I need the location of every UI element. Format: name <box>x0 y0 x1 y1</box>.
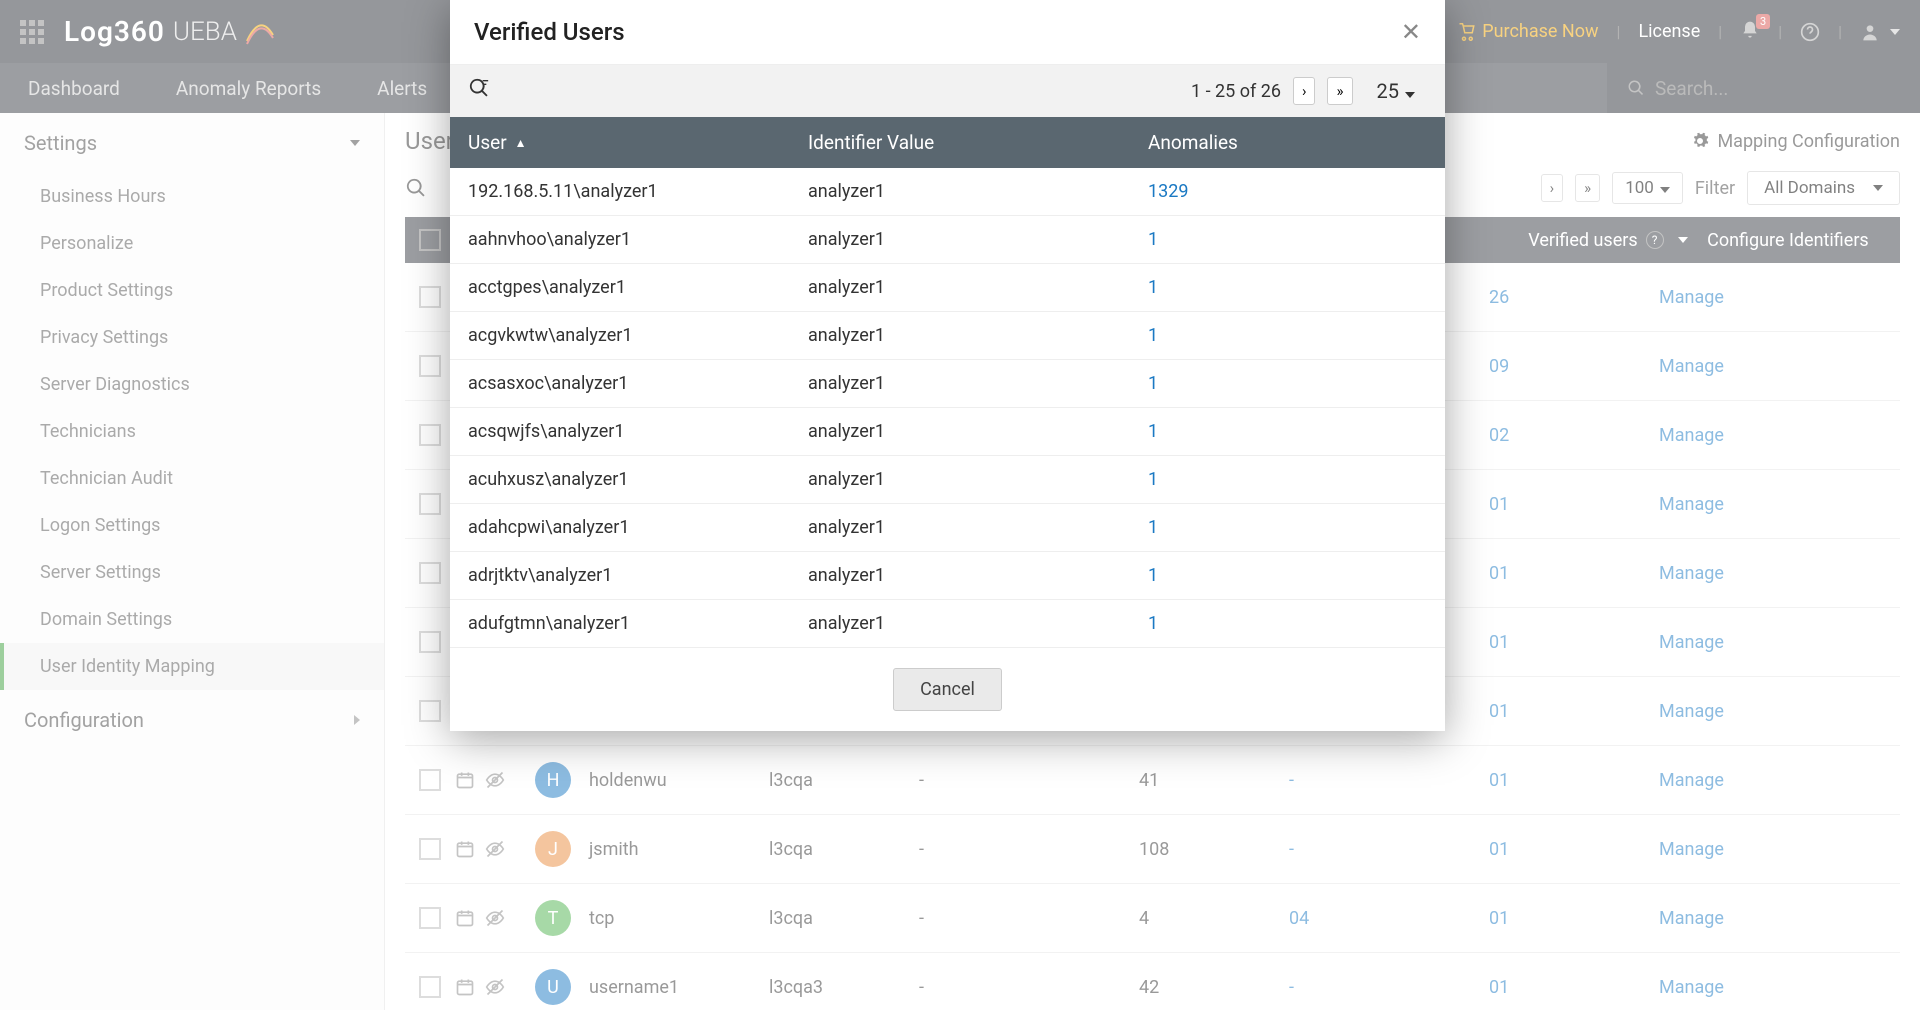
next-page-button[interactable]: › <box>1293 77 1316 105</box>
cell-user: adrjtktv\analyzer1 <box>468 565 808 586</box>
col-user[interactable]: User ▲ <box>468 131 808 154</box>
cell-anomalies[interactable]: 1 <box>1148 229 1427 250</box>
cell-anomalies[interactable]: 1 <box>1148 277 1427 298</box>
sort-asc-icon: ▲ <box>515 136 527 150</box>
col-identifier-value[interactable]: Identifier Value <box>808 131 1148 154</box>
cell-anomalies[interactable]: 1 <box>1148 565 1427 586</box>
dialog-table-row: adrjtktv\analyzer1 analyzer1 1 <box>450 552 1445 600</box>
cell-identifier-value: analyzer1 <box>808 181 1148 202</box>
cell-user: acctgpes\analyzer1 <box>468 277 808 298</box>
cell-user: acuhxusz\analyzer1 <box>468 469 808 490</box>
cell-identifier-value: analyzer1 <box>808 325 1148 346</box>
dialog-table-row: acgvkwtw\analyzer1 analyzer1 1 <box>450 312 1445 360</box>
dialog-table-row: adahcpwi\analyzer1 analyzer1 1 <box>450 504 1445 552</box>
dialog-table-row: adufgtmn\analyzer1 analyzer1 1 <box>450 600 1445 648</box>
cell-user: acsasxoc\analyzer1 <box>468 373 808 394</box>
cell-identifier-value: analyzer1 <box>808 277 1148 298</box>
cell-anomalies[interactable]: 1329 <box>1148 181 1427 202</box>
cell-identifier-value: analyzer1 <box>808 565 1148 586</box>
dialog-table-row: acctgpes\analyzer1 analyzer1 1 <box>450 264 1445 312</box>
cell-anomalies[interactable]: 1 <box>1148 613 1427 634</box>
dialog-search-button[interactable] <box>468 77 490 105</box>
cell-user: 192.168.5.11\analyzer1 <box>468 181 808 202</box>
dialog-table-row: 192.168.5.11\analyzer1 analyzer1 1329 <box>450 168 1445 216</box>
dialog-title: Verified Users <box>474 18 625 46</box>
cell-identifier-value: analyzer1 <box>808 373 1148 394</box>
search-filter-icon <box>468 77 490 99</box>
cell-identifier-value: analyzer1 <box>808 613 1148 634</box>
cell-identifier-value: analyzer1 <box>808 517 1148 538</box>
cell-anomalies[interactable]: 1 <box>1148 373 1427 394</box>
cell-anomalies[interactable]: 1 <box>1148 325 1427 346</box>
cell-identifier-value: analyzer1 <box>808 229 1148 250</box>
dialog-per-page-select[interactable]: 25 <box>1365 79 1427 103</box>
dialog-table-row: acsqwjfs\analyzer1 analyzer1 1 <box>450 408 1445 456</box>
last-page-button[interactable]: » <box>1327 77 1352 105</box>
cell-anomalies[interactable]: 1 <box>1148 469 1427 490</box>
cell-user: adufgtmn\analyzer1 <box>468 613 808 634</box>
verified-users-dialog: Verified Users ✕ 1 - 25 of 26 › » 25 Use… <box>450 0 1445 731</box>
cell-user: acsqwjfs\analyzer1 <box>468 421 808 442</box>
cell-user: adahcpwi\analyzer1 <box>468 517 808 538</box>
cell-anomalies[interactable]: 1 <box>1148 421 1427 442</box>
close-dialog-button[interactable]: ✕ <box>1401 18 1421 46</box>
cell-anomalies[interactable]: 1 <box>1148 517 1427 538</box>
cancel-button[interactable]: Cancel <box>893 668 1002 711</box>
dialog-table-header: User ▲ Identifier Value Anomalies <box>450 117 1445 168</box>
col-anomalies[interactable]: Anomalies <box>1148 131 1427 154</box>
dialog-table-row: acuhxusz\analyzer1 analyzer1 1 <box>450 456 1445 504</box>
cell-user: acgvkwtw\analyzer1 <box>468 325 808 346</box>
cell-identifier-value: analyzer1 <box>808 421 1148 442</box>
pagination-range: 1 - 25 of 26 <box>1191 81 1281 102</box>
cell-user: aahnvhoo\analyzer1 <box>468 229 808 250</box>
cell-identifier-value: analyzer1 <box>808 469 1148 490</box>
dialog-table-row: aahnvhoo\analyzer1 analyzer1 1 <box>450 216 1445 264</box>
dialog-table-row: acsasxoc\analyzer1 analyzer1 1 <box>450 360 1445 408</box>
